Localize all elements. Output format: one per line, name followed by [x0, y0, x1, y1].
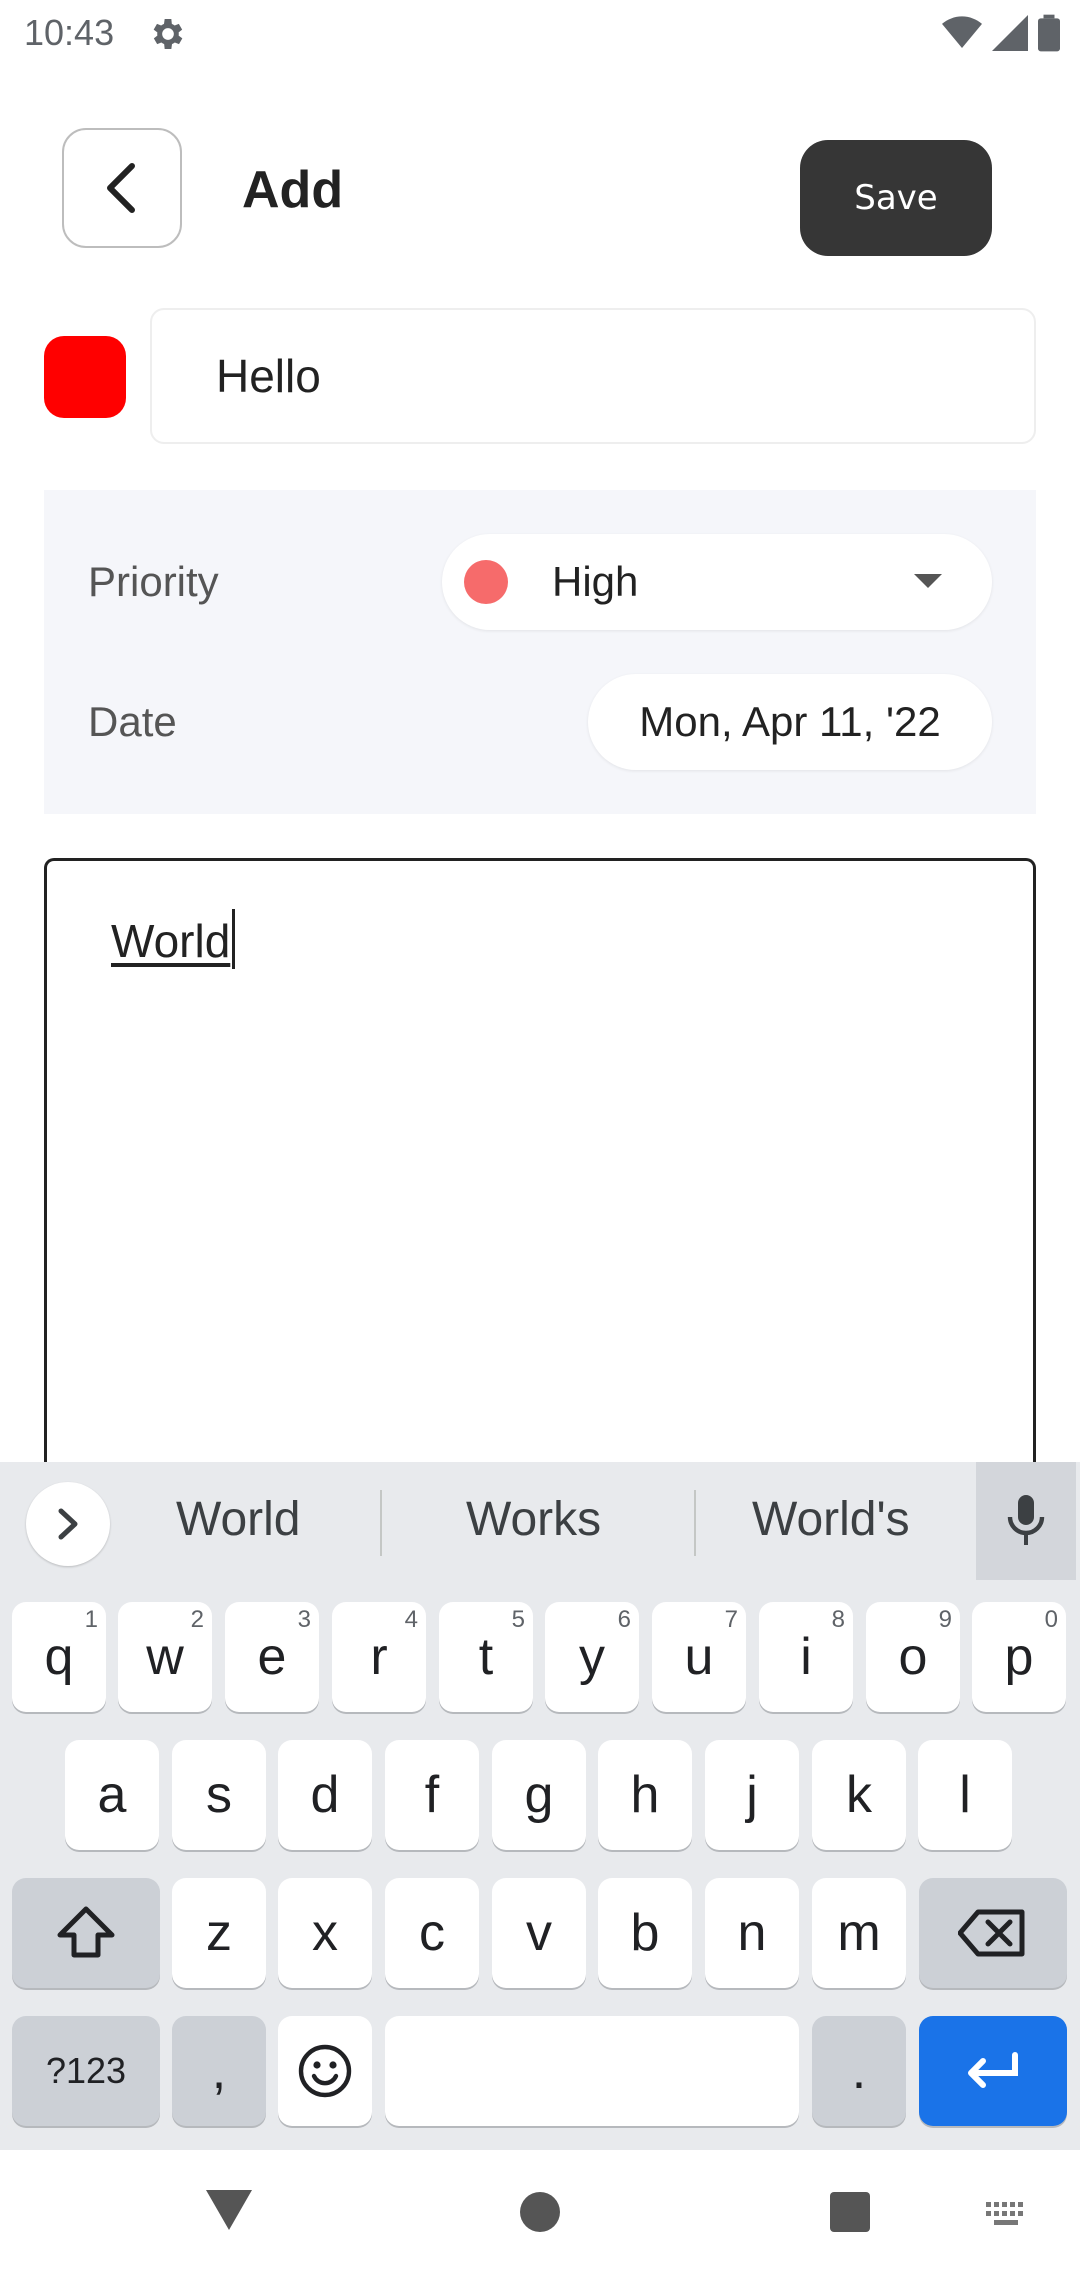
description-input[interactable]: World: [44, 858, 1036, 1498]
key-g[interactable]: g: [492, 1740, 586, 1850]
date-label: Date: [88, 698, 177, 745]
date-picker-button[interactable]: Mon, Apr 11, '22: [588, 674, 992, 770]
suggestion-bar: World Works World's: [0, 1462, 1080, 1586]
keyboard-switch-icon[interactable]: [984, 2200, 1030, 2228]
priority-dropdown[interactable]: High: [442, 534, 992, 630]
key-c[interactable]: c: [385, 1878, 479, 1988]
save-button[interactable]: Save: [800, 140, 992, 256]
recents-square-icon[interactable]: [828, 2190, 872, 2234]
suggestion-2[interactable]: Works: [466, 1492, 601, 1547]
key-h[interactable]: h: [598, 1740, 692, 1850]
soft-keyboard: World Works World's q1 w2 e3 r4 t5 y6 u7…: [0, 1462, 1080, 2150]
symbols-key[interactable]: ?123: [12, 2016, 160, 2126]
enter-key[interactable]: [919, 2016, 1067, 2126]
key-e[interactable]: e3: [225, 1602, 319, 1712]
suggestion-1[interactable]: World: [176, 1492, 300, 1547]
home-circle-icon[interactable]: [518, 2190, 562, 2234]
navigation-bar: [0, 2150, 1080, 2280]
key-m[interactable]: m: [812, 1878, 906, 1988]
backspace-icon: [958, 1909, 1025, 1957]
key-w[interactable]: w2: [118, 1602, 212, 1712]
priority-label: Priority: [88, 558, 219, 605]
key-b[interactable]: b: [598, 1878, 692, 1988]
status-bar: 10:43: [0, 0, 1080, 66]
voice-input-button[interactable]: [976, 1462, 1076, 1580]
key-t[interactable]: t5: [439, 1602, 533, 1712]
enter-icon: [968, 2052, 1018, 2088]
shift-key[interactable]: [12, 1878, 160, 1988]
key-y[interactable]: y6: [545, 1602, 639, 1712]
key-j[interactable]: j: [705, 1740, 799, 1850]
comma-key[interactable]: ,: [172, 2016, 266, 2126]
key-i[interactable]: i8: [759, 1602, 853, 1712]
back-triangle-icon[interactable]: [204, 2188, 254, 2232]
key-u[interactable]: u7: [652, 1602, 746, 1712]
backspace-key[interactable]: [919, 1878, 1067, 1988]
page-title: Add: [242, 161, 344, 219]
space-bar[interactable]: [385, 2016, 799, 2126]
priority-value: High: [552, 558, 639, 605]
key-n[interactable]: n: [705, 1878, 799, 1988]
chevron-left-icon: [107, 163, 135, 213]
shift-icon: [57, 1906, 115, 1958]
microphone-icon: [1007, 1495, 1045, 1545]
suggestion-expand-button[interactable]: [26, 1482, 110, 1566]
task-title-input[interactable]: Hello: [150, 308, 1036, 444]
description-value: World: [111, 915, 231, 967]
emoji-key[interactable]: [278, 2016, 372, 2126]
task-color-picker[interactable]: [44, 336, 126, 418]
period-key[interactable]: .: [812, 2016, 906, 2126]
cell-signal-icon: [992, 15, 1028, 51]
priority-color-dot: [464, 560, 508, 604]
settings-gear-icon: [153, 19, 183, 49]
key-x[interactable]: x: [278, 1878, 372, 1988]
key-q[interactable]: q1: [12, 1602, 106, 1712]
emoji-icon: [298, 2044, 352, 2098]
key-o[interactable]: o9: [866, 1602, 960, 1712]
key-k[interactable]: k: [812, 1740, 906, 1850]
key-s[interactable]: s: [172, 1740, 266, 1850]
dropdown-arrow-icon: [914, 574, 942, 588]
key-d[interactable]: d: [278, 1740, 372, 1850]
chevron-right-icon: [58, 1508, 78, 1540]
suggestion-divider: [380, 1490, 382, 1556]
key-p[interactable]: p0: [972, 1602, 1066, 1712]
back-button[interactable]: [62, 128, 182, 248]
status-time: 10:43: [24, 12, 115, 53]
battery-icon: [1038, 14, 1060, 52]
wifi-icon: [942, 16, 982, 48]
suggestion-3[interactable]: World's: [752, 1492, 910, 1547]
key-f[interactable]: f: [385, 1740, 479, 1850]
key-r[interactable]: r4: [332, 1602, 426, 1712]
key-l[interactable]: l: [918, 1740, 1012, 1850]
key-z[interactable]: z: [172, 1878, 266, 1988]
suggestion-divider: [694, 1490, 696, 1556]
key-v[interactable]: v: [492, 1878, 586, 1988]
description-text: World: [111, 909, 236, 969]
text-cursor: [232, 909, 236, 969]
key-a[interactable]: a: [65, 1740, 159, 1850]
